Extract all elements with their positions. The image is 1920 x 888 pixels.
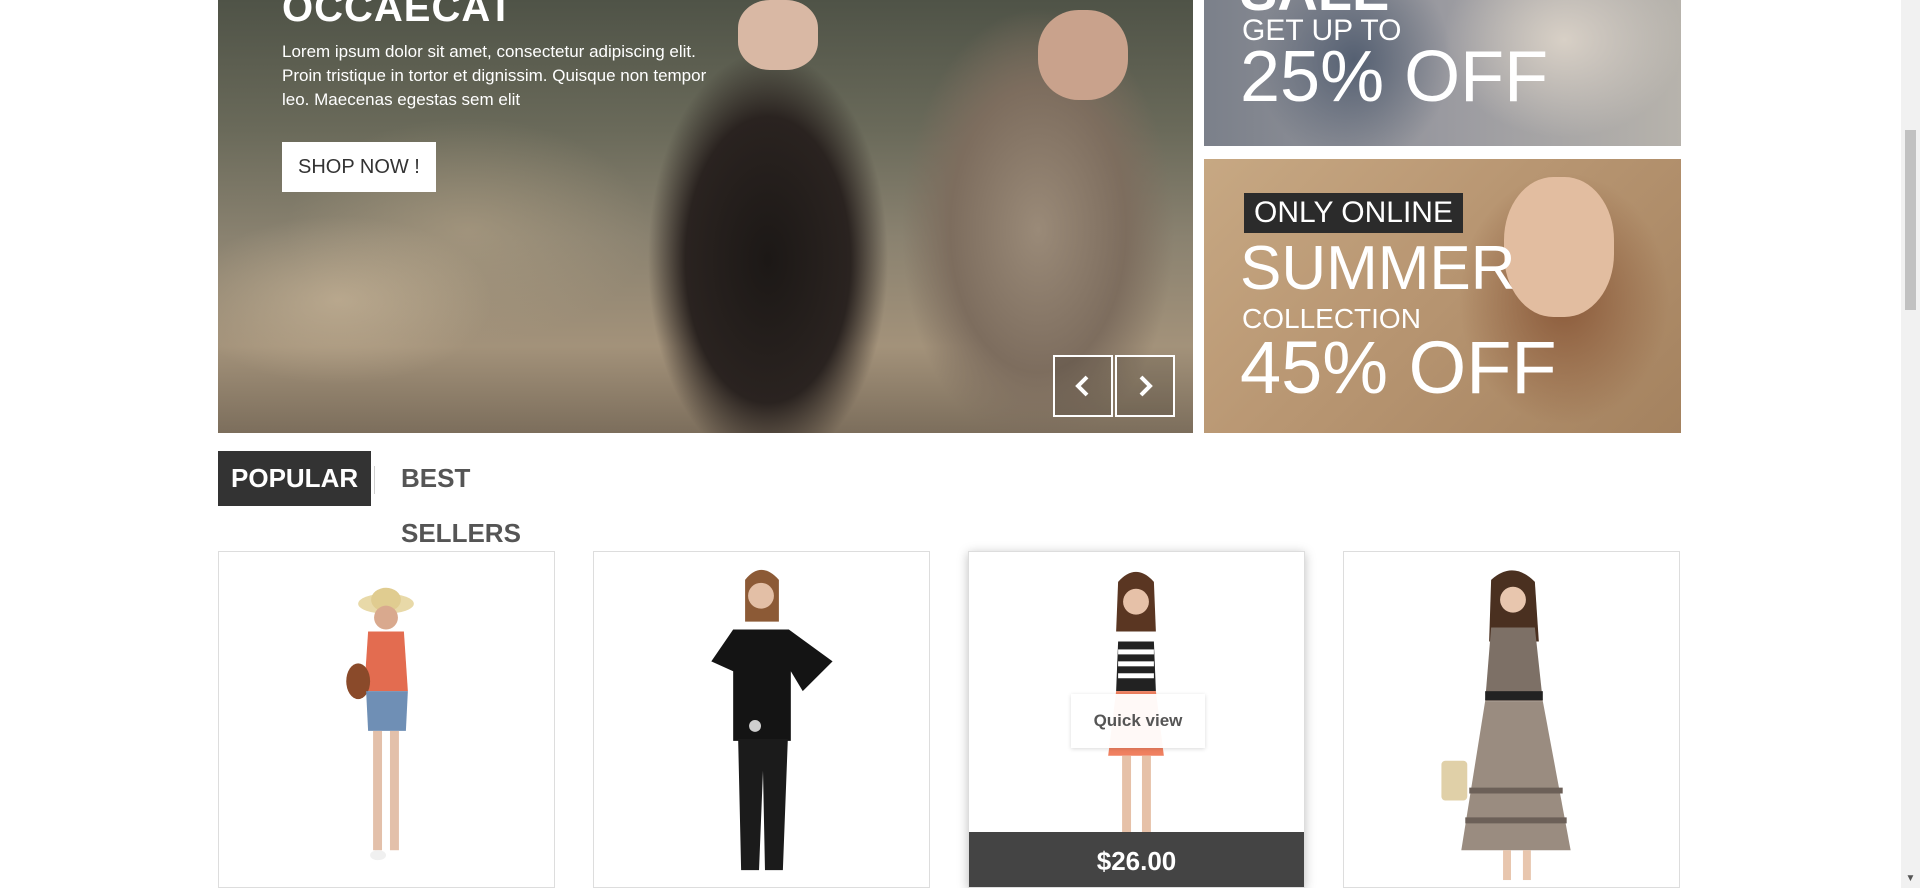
summer-banner[interactable]: ONLY ONLINE SUMMER COLLECTION 45% OFF — [1204, 159, 1681, 433]
shop-now-button[interactable]: SHOP NOW ! — [282, 142, 436, 192]
product-card[interactable] — [1343, 551, 1680, 888]
product-card[interactable] — [218, 551, 555, 888]
product-card[interactable] — [593, 551, 930, 888]
scrollbar-thumb[interactable] — [1905, 130, 1916, 310]
chevron-right-icon — [1139, 375, 1153, 397]
product-image — [711, 569, 833, 871]
product-image — [346, 587, 414, 861]
page-scrollbar[interactable]: ▼ — [1901, 0, 1920, 888]
product-price: $26.00 — [969, 832, 1304, 887]
slide-image-man-face — [1038, 10, 1128, 100]
product-image — [1441, 570, 1571, 881]
banner-discount-25: 25% OFF — [1240, 37, 1549, 117]
slider-next-button[interactable] — [1115, 355, 1175, 417]
slide-description: Lorem ipsum dolor sit amet, consectetur … — [282, 42, 707, 109]
hero-slider: OCCAECAT Lorem ipsum dolor sit amet, con… — [218, 0, 1193, 433]
quick-view-button[interactable]: Quick view — [1071, 694, 1205, 748]
banner-summer-text: SUMMER — [1240, 234, 1516, 303]
chevron-left-icon — [1075, 375, 1089, 397]
only-online-badge: ONLY ONLINE — [1244, 193, 1463, 233]
sale-banner[interactable]: SALE GET UP TO 25% OFF — [1204, 0, 1681, 146]
slide-image-woman-face — [738, 0, 818, 70]
tab-best-sellers[interactable]: BEST SELLERS — [401, 451, 521, 548]
tab-popular[interactable]: POPULAR — [218, 451, 372, 506]
banner-model-image — [1504, 177, 1614, 317]
banner-discount-45: 45% OFF — [1240, 326, 1557, 409]
scroll-down-arrow-icon[interactable]: ▼ — [1901, 872, 1920, 886]
slider-prev-button[interactable] — [1053, 355, 1113, 417]
tab-divider — [374, 466, 375, 494]
product-card[interactable]: Quick view $26.00 — [968, 551, 1305, 888]
slide-title: OCCAECAT — [282, 0, 514, 30]
